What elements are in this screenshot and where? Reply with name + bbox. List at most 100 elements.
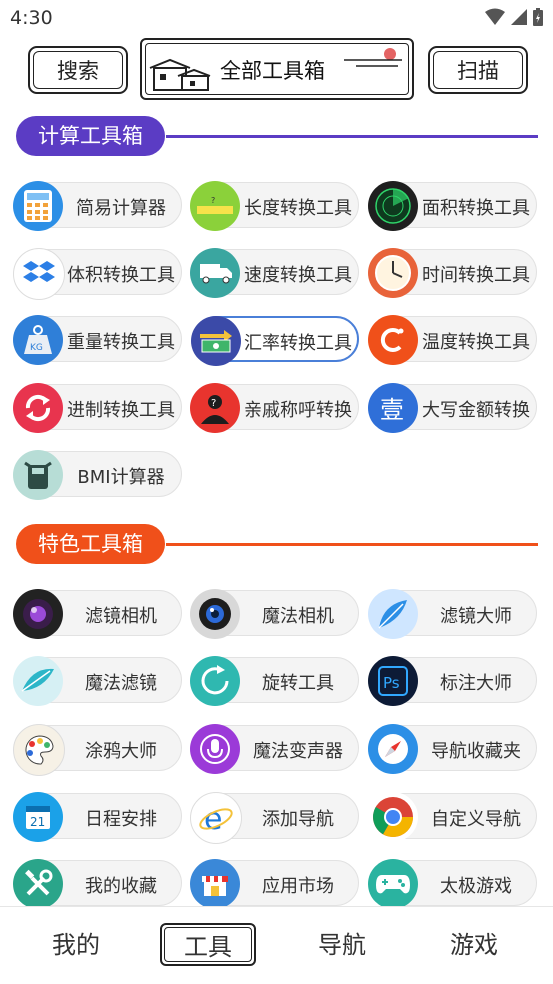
tool-app-market[interactable]: 应用市场 <box>190 859 359 909</box>
money-icon <box>191 316 241 366</box>
tool-annotation-master[interactable]: Ps 标注大师 <box>368 656 537 706</box>
tool-label: BMI计算器 <box>77 467 165 488</box>
clock-icon <box>368 248 418 298</box>
tool-filter-camera[interactable]: 滤镜相机 <box>13 589 182 639</box>
tool-label: 重量转换工具 <box>67 332 175 353</box>
scale-icon <box>13 450 63 500</box>
tool-speed-converter[interactable]: 速度转换工具 <box>190 248 359 298</box>
section-header-featured: 特色工具箱 <box>16 524 538 564</box>
tool-label: 温度转换工具 <box>422 332 530 353</box>
tool-exchange-rate-converter[interactable]: 汇率转换工具 <box>191 316 359 366</box>
gamepad-icon <box>368 859 418 909</box>
tool-label: 长度转换工具 <box>244 198 352 219</box>
tool-my-favorites[interactable]: 我的收藏 <box>13 859 182 909</box>
feather-blue-icon <box>368 589 418 639</box>
chrome-icon <box>368 792 418 842</box>
tool-base-converter[interactable]: 进制转换工具 <box>13 383 182 433</box>
tool-voice-changer[interactable]: 魔法变声器 <box>190 724 359 774</box>
tool-label: 日程安排 <box>85 809 157 830</box>
tool-add-navigation[interactable]: e 添加导航 <box>190 792 359 844</box>
status-bar: 4:30 <box>0 0 553 36</box>
microphone-icon <box>190 724 240 774</box>
section-title: 计算工具箱 <box>16 116 165 156</box>
calculator-icon <box>13 181 63 231</box>
radar-icon <box>368 181 418 231</box>
tool-temperature-converter[interactable]: 温度转换工具 <box>368 315 537 365</box>
person-question-icon: ? <box>190 383 240 433</box>
tool-filter-master[interactable]: 滤镜大师 <box>368 589 537 639</box>
tool-label: 面积转换工具 <box>422 198 530 219</box>
tool-doodle-master[interactable]: 涂鸦大师 <box>13 724 182 776</box>
tool-label: 添加导航 <box>262 809 334 830</box>
tool-volume-converter[interactable]: 体积转换工具 <box>13 248 182 300</box>
houses-icon <box>149 58 211 91</box>
svg-text:KG: KG <box>30 343 43 353</box>
tool-weight-converter[interactable]: KG 重量转换工具 <box>13 315 182 365</box>
tool-label: 魔法变声器 <box>253 741 343 762</box>
tool-rotate[interactable]: 旋转工具 <box>190 656 359 706</box>
chinese-numeral-icon: 壹 <box>368 383 418 433</box>
tool-bmi-calculator[interactable]: BMI计算器 <box>13 450 182 500</box>
tool-simple-calculator[interactable]: 简易计算器 <box>13 181 182 231</box>
section-divider <box>166 135 538 138</box>
tool-taichi-game[interactable]: 太极游戏 <box>368 859 537 909</box>
battery-icon <box>533 8 543 26</box>
tool-custom-navigation[interactable]: 自定义导航 <box>368 792 537 842</box>
compass-icon <box>368 724 418 774</box>
nav-tab-navigation[interactable]: 导航 <box>318 925 366 960</box>
refresh-icon <box>13 383 63 433</box>
svg-text:Ps: Ps <box>383 674 400 692</box>
tool-label: 我的收藏 <box>85 876 157 897</box>
nav-tab-mine[interactable]: 我的 <box>52 925 100 960</box>
tool-label: 滤镜大师 <box>440 606 512 627</box>
box-icon <box>13 248 65 300</box>
tool-nav-favorites[interactable]: 导航收藏夹 <box>368 724 537 774</box>
ie-browser-icon: e <box>190 792 242 844</box>
photoshop-icon: Ps <box>368 656 418 706</box>
page-title: 全部工具箱 <box>220 59 325 83</box>
tool-label: 自定义导航 <box>431 809 521 830</box>
svg-text:?: ? <box>211 398 216 409</box>
bottom-nav: 我的 工具 导航 游戏 <box>0 906 553 984</box>
svg-text:?: ? <box>211 196 215 205</box>
tool-uppercase-amount-converter[interactable]: 壹 大写金额转换 <box>368 383 537 433</box>
truck-icon <box>190 248 240 298</box>
tool-magic-filter[interactable]: 魔法滤镜 <box>13 656 182 706</box>
tool-magic-camera[interactable]: 魔法相机 <box>190 589 359 639</box>
tool-label: 体积转换工具 <box>67 265 175 286</box>
tool-label: 魔法相机 <box>262 606 334 627</box>
tools-icon <box>13 859 63 909</box>
temperature-icon <box>368 315 418 365</box>
tool-relative-title-converter[interactable]: ? 亲戚称呼转换 <box>190 383 359 433</box>
svg-text:21: 21 <box>30 815 45 829</box>
tool-schedule[interactable]: 21 日程安排 <box>13 792 182 842</box>
svg-text:e: e <box>204 802 222 837</box>
tool-label: 亲戚称呼转换 <box>244 400 352 421</box>
tool-label: 导航收藏夹 <box>431 741 521 762</box>
rotate-icon <box>190 656 240 706</box>
nav-tab-games[interactable]: 游戏 <box>450 925 498 960</box>
tool-label: 魔法滤镜 <box>85 673 157 694</box>
tool-label: 旋转工具 <box>262 673 334 694</box>
tool-label: 速度转换工具 <box>244 265 352 286</box>
tool-area-converter[interactable]: 面积转换工具 <box>368 181 537 231</box>
tool-label: 汇率转换工具 <box>244 333 352 354</box>
tool-label: 应用市场 <box>262 876 334 897</box>
scan-button[interactable]: 扫描 <box>428 46 528 94</box>
section-title: 特色工具箱 <box>16 524 165 564</box>
tool-label: 大写金额转换 <box>422 400 530 421</box>
status-time: 4:30 <box>10 7 53 29</box>
tool-label: 简易计算器 <box>76 198 166 219</box>
page-title-box: 全部工具箱 <box>140 38 414 100</box>
nav-tab-tools[interactable]: 工具 <box>160 923 256 966</box>
section-header-calc: 计算工具箱 <box>16 116 538 156</box>
top-bar: 搜索 全部工具箱 扫描 <box>0 36 553 100</box>
tool-label: 标注大师 <box>440 673 512 694</box>
tool-time-converter[interactable]: 时间转换工具 <box>368 248 537 298</box>
svg-text:壹: 壹 <box>380 396 404 424</box>
tool-length-converter[interactable]: ? 长度转换工具 <box>190 181 359 231</box>
calendar-icon: 21 <box>13 792 63 842</box>
weight-icon: KG <box>13 315 63 365</box>
signal-icon <box>511 9 527 25</box>
search-button[interactable]: 搜索 <box>28 46 128 94</box>
